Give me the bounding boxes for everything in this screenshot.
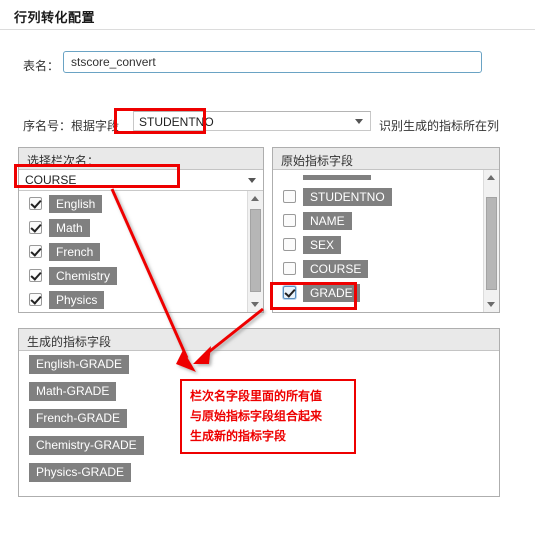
list-item-label: COURSE xyxy=(303,259,369,278)
list-item-label: Physics xyxy=(49,290,105,309)
scroll-down-arrow-icon[interactable] xyxy=(248,297,263,312)
list-item-label: GRADE xyxy=(303,283,360,302)
list-item[interactable]: COURSE xyxy=(273,256,483,280)
annotation-note-line-3: 生成新的指标字段 xyxy=(190,429,287,443)
column-name-panel-title: 选择栏次名： xyxy=(27,154,100,168)
list-item[interactable]: English xyxy=(19,191,247,215)
page-title: 行列转化配置 xyxy=(14,10,96,25)
annotation-note-text: 栏次名字段里面的所有值 与原始指标字段组合起来 生成新的指标字段 xyxy=(190,386,350,446)
scrollbar-thumb[interactable] xyxy=(250,209,261,292)
chevron-down-icon xyxy=(248,178,256,183)
checkbox-course[interactable] xyxy=(283,262,296,276)
scroll-down-arrow-icon[interactable] xyxy=(484,297,499,312)
checkbox-name[interactable] xyxy=(283,214,296,228)
table-name-input[interactable] xyxy=(63,51,482,73)
list-item-label: Chemistry xyxy=(49,266,118,285)
window-title-bar: 行列转化配置 xyxy=(0,0,535,30)
list-item[interactable]: French xyxy=(19,239,247,263)
partial-scrolled-item xyxy=(303,175,371,181)
list-item-label: SEX xyxy=(303,235,342,254)
list-item[interactable]: STUDENTNO xyxy=(273,184,483,208)
column-name-panel: 选择栏次名： COURSE English Math French Chemistry… xyxy=(18,147,264,313)
checkbox-studentno[interactable] xyxy=(283,190,296,204)
checkbox-grade[interactable] xyxy=(283,286,296,300)
annotation-note-line-2: 与原始指标字段组合起来 xyxy=(190,409,323,423)
generated-list-item-label: Chemistry-GRADE xyxy=(29,436,144,456)
scroll-up-arrow-icon[interactable] xyxy=(484,170,499,185)
column-name-select-value: COURSE xyxy=(25,173,77,187)
generated-list-item-label: Physics-GRADE xyxy=(29,463,132,483)
annotation-note-line-1: 栏次名字段里面的所有值 xyxy=(190,389,323,403)
sequence-hint-text: 识别生成的指标所在列 xyxy=(379,119,500,133)
chevron-down-icon xyxy=(355,119,363,124)
scroll-up-arrow-icon[interactable] xyxy=(248,191,263,206)
checkbox-math[interactable] xyxy=(29,221,42,235)
generated-list-item-label: French-GRADE xyxy=(29,409,128,429)
column-value-list-scrollbar[interactable] xyxy=(247,191,263,312)
list-item[interactable]: GRADE xyxy=(273,280,483,304)
generated-list-item-label: English-GRADE xyxy=(29,355,130,375)
source-metric-list-scrollbar[interactable] xyxy=(483,170,499,312)
source-metric-field-panel: 原始指标字段 STUDENTNO NAME SEX COURSE GRADE xyxy=(272,147,500,313)
list-item-label: French xyxy=(49,242,101,261)
sequence-field-label: 序名号：根据字段 xyxy=(23,119,120,133)
table-name-label: 表名： xyxy=(23,59,60,73)
list-item-label: STUDENTNO xyxy=(303,187,392,206)
scrollbar-thumb[interactable] xyxy=(486,197,497,290)
source-metric-panel-title: 原始指标字段 xyxy=(281,154,354,168)
column-name-panel-header: 选择栏次名： xyxy=(19,148,263,170)
generated-list-item-label: Math-GRADE xyxy=(29,382,117,402)
generated-list-item: English-GRADE xyxy=(19,351,499,378)
checkbox-sex[interactable] xyxy=(283,238,296,252)
list-item[interactable]: NAME xyxy=(273,208,483,232)
checkbox-chemistry[interactable] xyxy=(29,269,42,283)
source-metric-field-list[interactable]: STUDENTNO NAME SEX COURSE GRADE xyxy=(273,170,483,312)
checkbox-french[interactable] xyxy=(29,245,42,259)
generated-metric-panel-title: 生成的指标字段 xyxy=(27,335,112,349)
source-metric-panel-header: 原始指标字段 xyxy=(273,148,499,170)
column-value-list[interactable]: English Math French Chemistry Physics xyxy=(19,191,247,312)
list-item[interactable]: SEX xyxy=(273,232,483,256)
generated-list-item: Physics-GRADE xyxy=(19,459,499,486)
list-item-label: English xyxy=(49,194,103,213)
column-name-select[interactable]: COURSE xyxy=(19,170,263,191)
list-item[interactable]: Math xyxy=(19,215,247,239)
list-item-label: NAME xyxy=(303,211,352,230)
list-item[interactable]: Chemistry xyxy=(19,263,247,287)
list-item-label: Math xyxy=(49,218,90,237)
sequence-field-select[interactable]: STUDENTNO xyxy=(133,111,371,131)
sequence-field-value: STUDENTNO xyxy=(139,115,214,129)
checkbox-physics[interactable] xyxy=(29,293,42,307)
list-item[interactable]: Physics xyxy=(19,287,247,311)
checkbox-english[interactable] xyxy=(29,197,42,211)
generated-metric-panel-header: 生成的指标字段 xyxy=(19,329,499,351)
